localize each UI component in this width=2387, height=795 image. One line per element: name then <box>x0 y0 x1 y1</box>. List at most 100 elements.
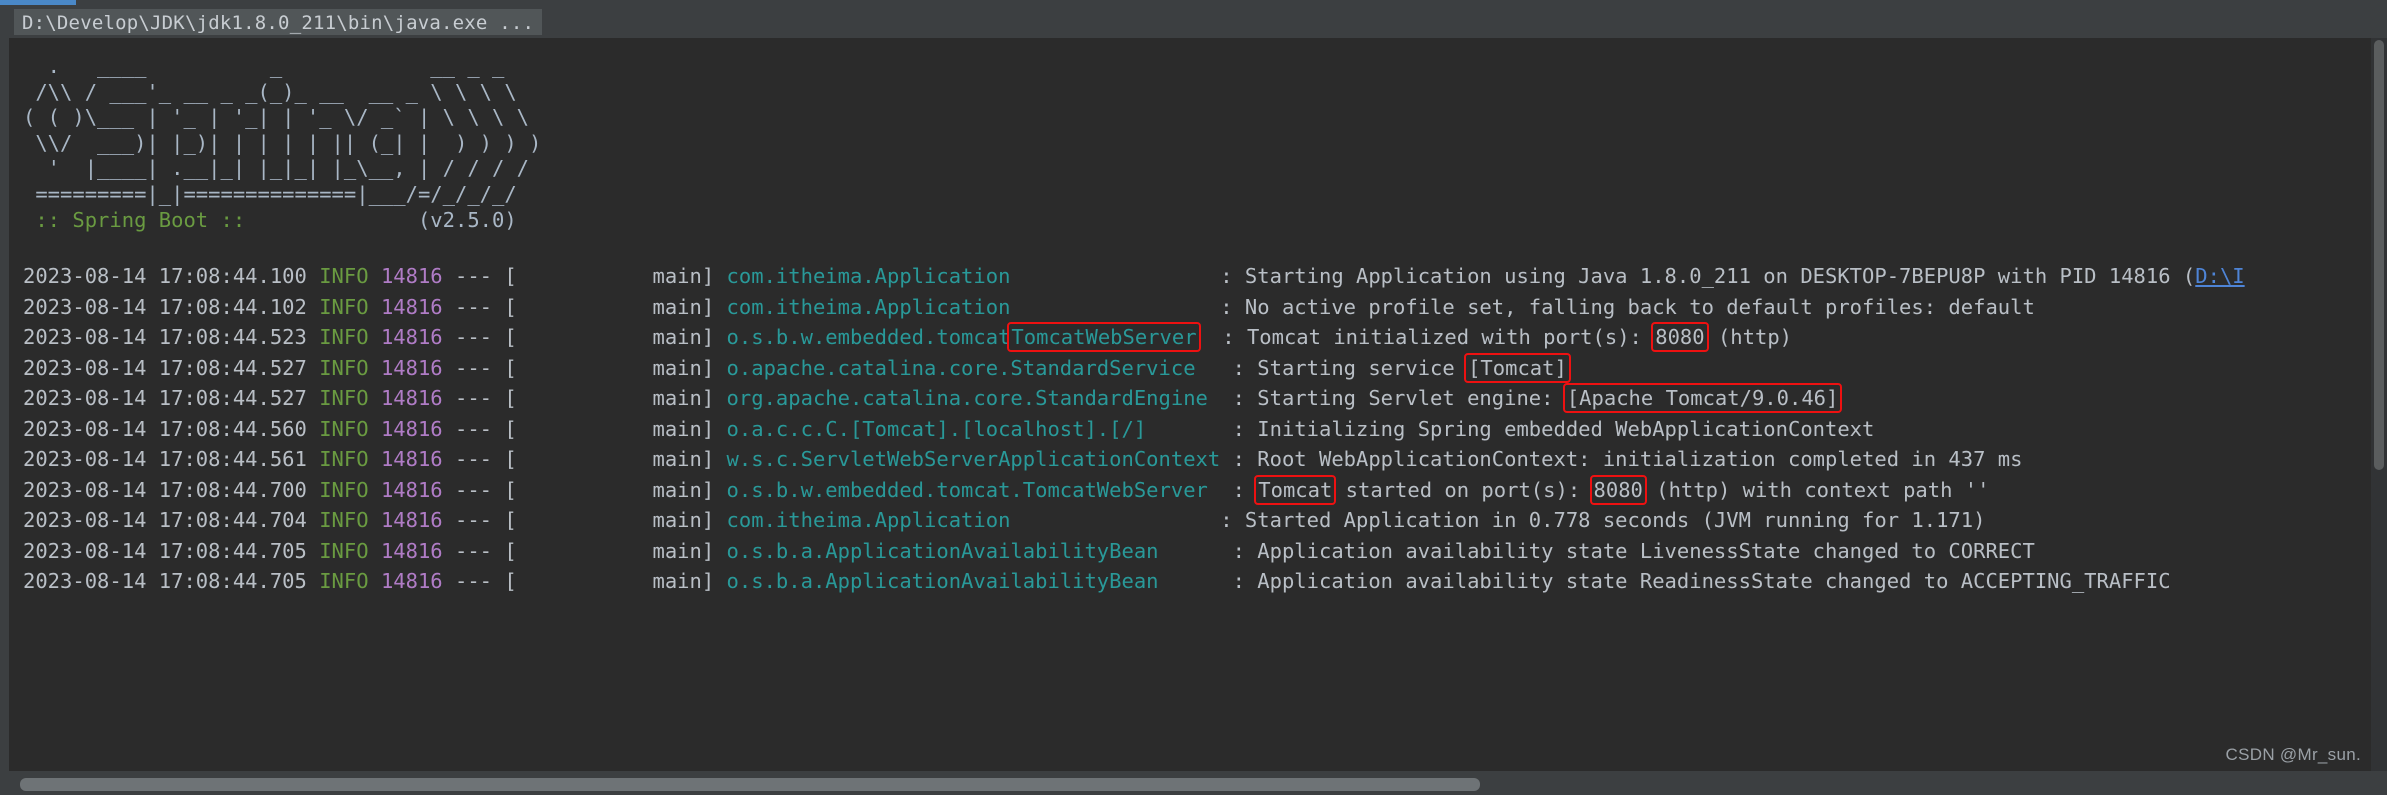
log-line: 2023-08-14 17:08:44.100 INFO 14816 --- [… <box>13 261 2371 292</box>
log-level: INFO <box>319 325 369 350</box>
log-timestamp: 2023-08-14 17:08:44.560 <box>23 416 307 441</box>
log-timestamp: 2023-08-14 17:08:44.705 <box>23 538 307 563</box>
log-separator: --- [ <box>455 538 517 563</box>
banner-version: (v2.5.0) <box>257 207 517 232</box>
run-configuration-tab[interactable]: D:\Develop\JDK\jdk1.8.0_211\bin\java.exe… <box>14 9 543 35</box>
banner-line-1: . ____ _ __ _ _ <box>23 54 505 78</box>
log-line: 2023-08-14 17:08:44.704 INFO 14816 --- [… <box>13 505 2371 536</box>
log-logger-prefix: o.s.b.w.embedded.tomcat <box>726 325 1011 350</box>
log-level: INFO <box>319 538 369 563</box>
log-colon: : <box>1232 416 1258 441</box>
log-thread: main] <box>516 325 715 350</box>
log-line: 2023-08-14 17:08:44.561 INFO 14816 --- [… <box>13 444 2371 475</box>
log-line: 2023-08-14 17:08:44.560 INFO 14816 --- [… <box>13 414 2371 445</box>
log-pid: 14816 <box>380 416 443 441</box>
log-message: Starting Servlet engine: <box>1257 386 1566 411</box>
log-pid: 14816 <box>380 386 443 411</box>
scrollbar-corner <box>2371 771 2387 795</box>
highlight-port-8080: 8080 <box>1650 321 1710 353</box>
log-colon: : <box>1232 386 1258 411</box>
log-level: INFO <box>319 264 369 289</box>
log-timestamp: 2023-08-14 17:08:44.700 <box>23 477 307 502</box>
log-thread: main] <box>516 355 715 380</box>
log-pid: 14816 <box>380 508 443 533</box>
horizontal-scrollbar-thumb[interactable] <box>20 778 1480 791</box>
log-line: 2023-08-14 17:08:44.705 INFO 14816 --- [… <box>13 536 2371 567</box>
log-colon: : <box>1220 447 1258 472</box>
watermark: CSDN @Mr_sun. <box>2225 745 2361 764</box>
console-gutter <box>0 38 13 771</box>
log-message: Starting service <box>1257 355 1468 380</box>
log-separator: --- [ <box>455 477 517 502</box>
log-message: No active profile set, falling back to d… <box>1244 294 2035 319</box>
highlight-tomcat-web-server: TomcatWebServer <box>1006 321 1202 353</box>
log-path-link[interactable]: D:\I <box>2195 264 2244 288</box>
log-message: Application availability state Readiness… <box>1257 569 2171 594</box>
log-logger: org.apache.catalina.core.StandardEngine <box>726 386 1233 411</box>
log-level: INFO <box>319 386 369 411</box>
log-pid: 14816 <box>380 264 443 289</box>
highlight-service-tomcat: [Tomcat] <box>1463 352 1572 384</box>
log-logger: o.s.b.w.embedded.tomcat.TomcatWebServer <box>726 477 1221 502</box>
log-thread: main] <box>516 477 715 502</box>
log-level: INFO <box>319 447 369 472</box>
log-level: INFO <box>319 569 369 594</box>
log-separator: --- [ <box>455 355 517 380</box>
log-line: 2023-08-14 17:08:44.705 INFO 14816 --- [… <box>13 566 2371 597</box>
log-message-suffix: (http) with context path '' <box>1643 477 1990 502</box>
banner-line-4: \\/ ___)| |_)| | | | | || (_| | ) ) ) ) <box>23 130 542 155</box>
log-message: Initializing Spring embedded WebApplicat… <box>1257 416 1875 441</box>
log-separator: --- [ <box>455 386 517 411</box>
log-message: Application availability state LivenessS… <box>1257 538 2035 563</box>
banner-line-3: ( ( )\___ | '_ | '_| | '_ \/ _` | \ \ \ … <box>23 105 530 130</box>
log-colon: : <box>1220 294 1245 319</box>
log-timestamp: 2023-08-14 17:08:44.102 <box>23 294 307 319</box>
log-separator: --- [ <box>455 294 517 319</box>
log-line: 2023-08-14 17:08:44.523 INFO 14816 --- [… <box>13 321 2371 353</box>
log-logger: o.a.c.c.C.[Tomcat].[localhost].[/] <box>726 416 1233 441</box>
log-separator: --- [ <box>455 325 517 350</box>
banner-line-6: =========|_|==============|___/=/_/_/_/ <box>23 181 517 206</box>
log-separator: --- [ <box>455 569 517 594</box>
log-thread: main] <box>516 386 715 411</box>
log-colon: : <box>1220 508 1245 533</box>
log-logger: o.s.b.a.ApplicationAvailabilityBean <box>726 538 1233 563</box>
log-timestamp: 2023-08-14 17:08:44.100 <box>23 264 307 289</box>
log-pid: 14816 <box>380 294 443 319</box>
log-timestamp: 2023-08-14 17:08:44.561 <box>23 447 307 472</box>
log-colon: : <box>1232 569 1258 594</box>
log-thread: main] <box>516 508 715 533</box>
log-separator: --- [ <box>455 264 517 289</box>
log-pid: 14816 <box>380 477 443 502</box>
log-logger: com.itheima.Application <box>726 508 1221 533</box>
highlight-started-port-8080: 8080 <box>1588 474 1648 506</box>
log-level: INFO <box>319 355 369 380</box>
log-colon: : <box>1220 264 1245 289</box>
log-logger: com.itheima.Application <box>726 264 1221 289</box>
log-line: 2023-08-14 17:08:44.527 INFO 14816 --- [… <box>13 382 2371 414</box>
log-thread: main] <box>516 416 715 441</box>
log-pid: 14816 <box>380 569 443 594</box>
log-pid: 14816 <box>380 447 443 472</box>
title-bar: D:\Develop\JDK\jdk1.8.0_211\bin\java.exe… <box>0 5 2387 38</box>
log-logger: o.apache.catalina.core.StandardService <box>726 355 1233 380</box>
log-level: INFO <box>319 508 369 533</box>
log-separator: --- [ <box>455 416 517 441</box>
log-message-middle: started on port(s): <box>1333 477 1593 502</box>
log-thread: main] <box>516 264 715 289</box>
banner-line-2: /\\ / ___'_ __ _ _(_)_ __ __ _ \ \ \ \ <box>23 79 517 104</box>
log-separator: --- [ <box>455 508 517 533</box>
log-timestamp: 2023-08-14 17:08:44.523 <box>23 325 307 350</box>
horizontal-scrollbar[interactable] <box>0 771 2387 795</box>
log-level: INFO <box>319 477 369 502</box>
vertical-scrollbar[interactable] <box>2371 38 2387 771</box>
log-thread: main] <box>516 447 715 472</box>
log-message: Root WebApplicationContext: initializati… <box>1257 447 2023 472</box>
console-output[interactable]: . ____ _ __ _ _ /\\ / ___'_ __ _ _(_)_ _… <box>13 38 2371 771</box>
banner-spring-boot-label: :: Spring Boot :: <box>23 207 258 232</box>
log-thread: main] <box>516 538 715 563</box>
log-colon: : <box>1232 355 1258 380</box>
vertical-scrollbar-thumb[interactable] <box>2374 40 2384 470</box>
highlight-tomcat-started: Tomcat <box>1253 474 1337 506</box>
console-window: D:\Develop\JDK\jdk1.8.0_211\bin\java.exe… <box>0 0 2387 795</box>
